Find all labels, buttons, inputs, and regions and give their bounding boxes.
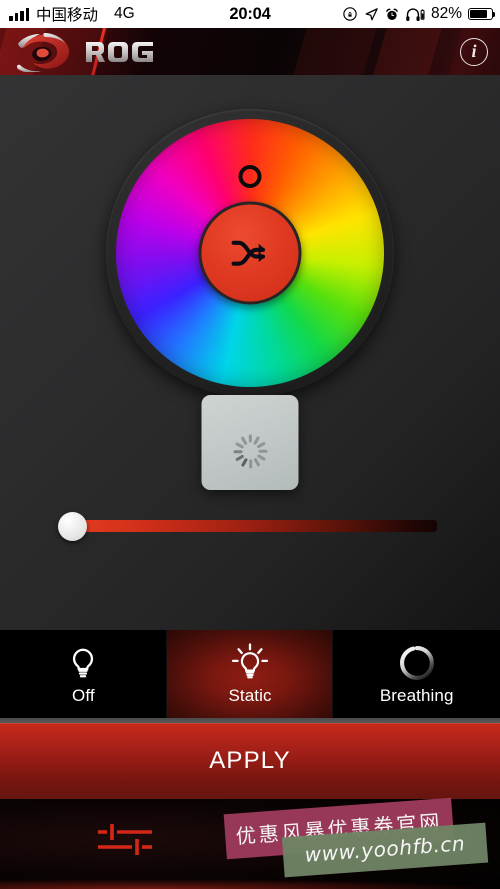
- slider-thumb[interactable]: [58, 512, 87, 541]
- rotation-lock-icon: [343, 7, 357, 21]
- apply-button-label: APPLY: [209, 747, 291, 774]
- bottom-nav-glow: [0, 879, 500, 889]
- battery-percent-label: 82%: [430, 5, 462, 22]
- battery-icon: [468, 8, 496, 20]
- status-bar-right: 82%: [342, 5, 500, 23]
- lightbulb-off-icon: [60, 643, 106, 683]
- rog-aura-app: 中国移动 4G 20:04 82% i Off Static Breathing…: [0, 0, 500, 889]
- loading-spinner-icon: [227, 420, 273, 468]
- mode-breathing[interactable]: Breathing: [333, 630, 500, 718]
- header-facet: [293, 28, 377, 75]
- shuffle-button[interactable]: [198, 201, 302, 305]
- lightbulb-on-icon: [227, 642, 273, 683]
- slider-track[interactable]: [82, 520, 437, 532]
- brightness-slider[interactable]: [58, 506, 443, 546]
- mode-static[interactable]: Static: [166, 630, 334, 718]
- headphones-battery-icon: [406, 7, 425, 21]
- info-icon-label: i: [471, 41, 477, 61]
- apply-button[interactable]: APPLY: [0, 723, 500, 799]
- header-facet: [373, 28, 442, 75]
- mode-off[interactable]: Off: [0, 630, 167, 718]
- color-wheel[interactable]: [106, 109, 394, 397]
- mode-breathing-label: Breathing: [379, 685, 454, 705]
- sliders-icon[interactable]: [92, 817, 158, 861]
- shuffle-icon: [231, 240, 265, 266]
- main-panel: [0, 75, 500, 630]
- location-arrow-icon: [365, 7, 378, 20]
- alarm-clock-icon: [386, 8, 398, 20]
- mode-off-label: Off: [72, 685, 95, 705]
- rog-eye-logo: [16, 33, 153, 72]
- info-icon[interactable]: i: [460, 37, 488, 66]
- hue-selector-ring[interactable]: [238, 165, 262, 188]
- status-bar: 中国移动 4G 20:04 82%: [0, 0, 500, 28]
- mode-bar: Off Static Breathing: [0, 630, 500, 718]
- brightness-popup: [201, 395, 299, 490]
- app-header: i: [0, 28, 500, 75]
- breathing-ring-icon: [394, 643, 440, 683]
- mode-static-label: Static: [228, 685, 272, 705]
